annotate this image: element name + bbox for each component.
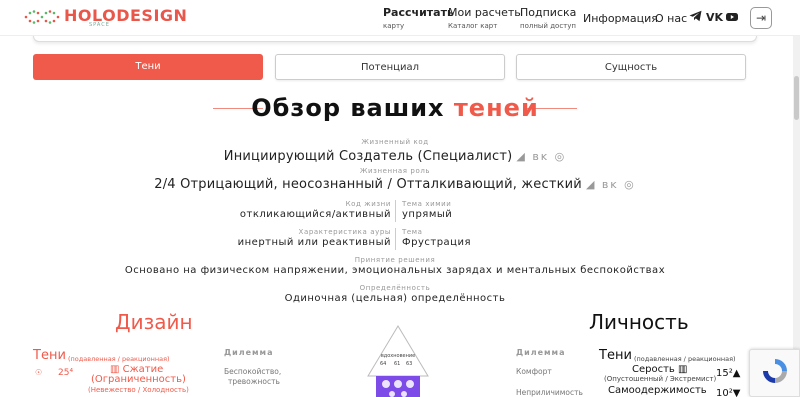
chemistry-value: упрямый (402, 209, 453, 220)
personality-dilemma-value2: Неприличимость (516, 388, 583, 397)
personality-row2-value: Самоодержимость (608, 385, 707, 396)
chart-icon: ▥ (674, 364, 688, 375)
theme-value: Фрустрация (402, 237, 471, 248)
personality-shadows-sub: (подавленная / реакционная) (634, 355, 736, 363)
life-code-item-label: Код жизни (345, 200, 391, 208)
share-icons[interactable]: ◢ ʙᴋ ◎ (586, 178, 636, 191)
personality-shadows-label: Тени (599, 348, 632, 363)
scrollbar-thumb[interactable] (794, 76, 799, 120)
personality-title: Личность (589, 310, 689, 334)
bodygraph[interactable]: вдохновение 64 61 63 (366, 324, 430, 397)
page-title: Обзор ваших теней (251, 94, 539, 122)
personality-row1-num: 15²▲ (716, 368, 741, 379)
youtube-icon[interactable] (726, 11, 738, 25)
tab-potential[interactable]: Потенциал (275, 54, 505, 80)
gate-64: 64 (380, 361, 387, 367)
personality-row2-num: 10²▼ (716, 388, 741, 397)
aura-label: Характеристика ауры (298, 228, 391, 236)
definition-label: Определённость (359, 284, 431, 292)
personality-row1-value: Серость ▥ (632, 364, 688, 375)
design-dilemma-label: Дилемма (224, 348, 274, 357)
theme-label: Тема (402, 228, 423, 236)
definition-value: Одиночная (цельная) определённость (284, 293, 506, 304)
life-role-value: 2/4 Отрицающий, неосознанный / Отталкива… (154, 177, 636, 192)
life-code-item-value: откликающийся/активный (239, 209, 391, 220)
design-shadows-sub: (подавленная / реакционная) (68, 355, 170, 363)
chemistry-label: Тема химии (402, 200, 452, 208)
recaptcha-icon (763, 359, 787, 383)
personality-row1-sub: (Опустошенный / Экстремист) (604, 375, 717, 383)
decision-label: Принятие решения (354, 256, 436, 264)
design-title: Дизайн (115, 310, 193, 334)
logout-button[interactable]: ⇥ (750, 7, 772, 29)
design-shadow-value2: (Ограниченность) (91, 374, 186, 385)
nav-my-calculations[interactable]: Мои расчеты Каталог карт (448, 6, 523, 30)
tab-shadows[interactable]: Тени (33, 54, 263, 80)
logo-subtext: SPACE (89, 22, 110, 28)
design-gate-number: 25⁴ (58, 368, 74, 378)
bodygraph-label: вдохновение (380, 353, 416, 359)
sun-icon: ☉ (35, 368, 43, 377)
tab-essence[interactable]: Сущность (516, 54, 746, 80)
site-header: HOLODESIGN SPACE Рассчитать карту Мои ра… (0, 0, 800, 36)
divider (395, 200, 396, 222)
design-dilemma-value: Беспокойство, (224, 367, 282, 376)
vk-icon[interactable]: VK (706, 11, 723, 24)
gate-63: 63 (406, 361, 413, 367)
recaptcha-badge[interactable] (749, 349, 800, 397)
life-code-value: Инициирующий Создатель (Специалист) ◢ ʙᴋ … (223, 149, 567, 164)
design-shadow-sub: (Невежество / Холодность) (88, 386, 189, 394)
aura-value: инертный или реактивный (237, 237, 391, 248)
nav-about[interactable]: О нас (655, 12, 687, 25)
nav-subscription[interactable]: Подписка полный доступ (520, 6, 576, 30)
logo-text: HOLODESIGN (64, 6, 188, 25)
nav-calculate[interactable]: Рассчитать карту (383, 6, 454, 30)
scrollbar[interactable] (793, 36, 800, 397)
telegram-icon[interactable] (689, 10, 702, 25)
personality-dilemma-label: Дилемма (516, 348, 566, 357)
life-role-label: Жизненная роль (359, 167, 431, 175)
nav-information[interactable]: Информация (583, 12, 658, 25)
gate-61: 61 (394, 361, 401, 367)
logout-icon: ⇥ (755, 11, 767, 25)
design-shadows-label: Тени (33, 348, 66, 363)
life-code-label: Жизненный код (361, 138, 429, 146)
design-dilemma-value2: тревожность (228, 377, 280, 386)
decision-value: Основано на физическом напряжении, эмоци… (124, 265, 666, 276)
logo[interactable]: HOLODESIGN SPACE (24, 6, 188, 30)
divider (395, 228, 396, 250)
logo-mark-icon (24, 10, 60, 24)
share-icons[interactable]: ◢ ʙᴋ ◎ (516, 150, 566, 163)
personality-dilemma-value1: Комфорт (516, 367, 552, 376)
